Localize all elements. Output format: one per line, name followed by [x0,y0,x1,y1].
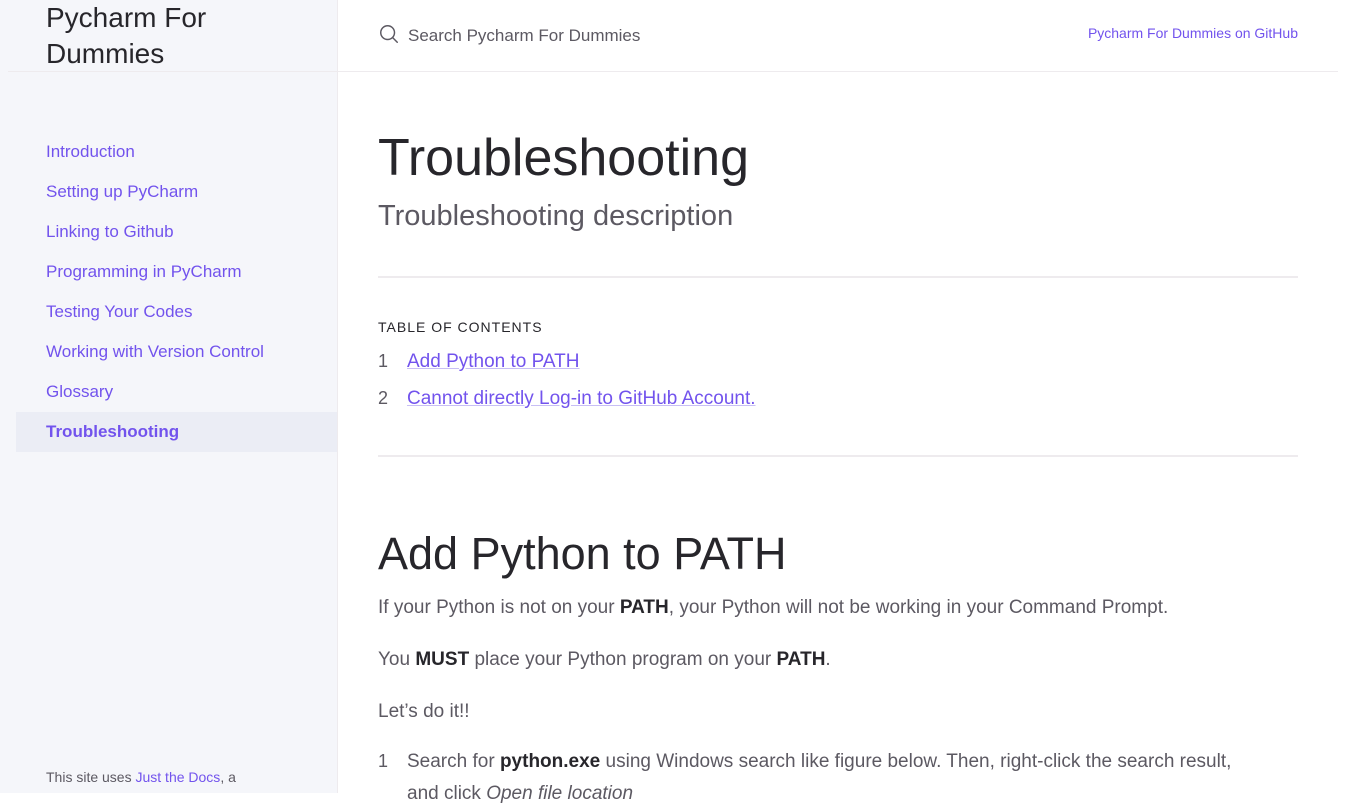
toc-heading: TABLE OF CONTENTS [378,319,543,335]
toc-number: 2 [378,388,389,408]
divider [378,276,1298,278]
text: You [378,649,416,670]
text: and click [407,783,487,804]
strong-text: PATH [619,597,669,618]
strong-text: MUST [415,649,470,670]
paragraph: Let’s do it!! [378,701,470,722]
list-number: 1 [378,751,389,771]
site-title[interactable]: Pycharm For Dummies [46,0,306,72]
sidebar-item-troubleshooting[interactable]: Troubleshooting [16,412,337,452]
sidebar-item-label[interactable]: Testing Your Codes [46,302,193,322]
search-input[interactable] [406,18,1010,54]
text: If your Python is not on your [378,597,620,618]
sidebar-item-introduction[interactable]: Introduction [0,132,337,172]
sidebar-item-programming-in-pycharm[interactable]: Programming in PyCharm [0,252,337,292]
sidebar-item-label[interactable]: Linking to Github [46,222,174,242]
sidebar-item-label[interactable]: Setting up PyCharm [46,182,198,202]
page-title: Troubleshooting [378,129,749,187]
footer-suffix: , a [220,769,236,785]
toc-item: 2 Cannot directly Log-in to GitHub Accoun… [378,388,756,410]
just-the-docs-link[interactable]: Just the Docs [135,769,220,785]
sidebar-item-testing-your-codes[interactable]: Testing Your Codes [0,292,337,332]
list-item-continuation: and click Open file location [407,783,633,805]
toc-link-github-login[interactable]: Cannot directly Log-in to GitHub Account… [407,388,756,409]
toc-item: 1 Add Python to PATH [378,351,580,373]
sidebar-item-linking-to-github[interactable]: Linking to Github [0,212,337,252]
sidebar-item-label[interactable]: Programming in PyCharm [46,262,242,282]
top-bar: Pycharm For Dummies on GitHub [338,0,1338,72]
sidebar: Pycharm For Dummies Introduction Setting… [0,0,338,793]
sidebar-item-label[interactable]: Troubleshooting [46,422,179,442]
emphasis-text: Open file location [486,783,634,804]
sidebar-nav: Introduction Setting up PyCharm Linking … [0,132,337,452]
github-link[interactable]: Pycharm For Dummies on GitHub [1088,25,1298,41]
footer-prefix: This site uses [46,769,136,785]
text: place your Python program on your [469,649,777,670]
sidebar-item-setting-up-pycharm[interactable]: Setting up PyCharm [0,172,337,212]
sidebar-item-label[interactable]: Glossary [46,382,113,402]
sidebar-item-glossary[interactable]: Glossary [0,372,337,412]
sidebar-item-label[interactable]: Working with Version Control [46,342,264,362]
toc-link-add-python-to-path[interactable]: Add Python to PATH [407,351,580,372]
sidebar-item-version-control[interactable]: Working with Version Control [0,332,337,372]
footer-note: This site uses Just the Docs, a [46,769,236,785]
paragraph: If your Python is not on your PATH, your… [378,597,1168,619]
strong-text: python.exe [499,751,601,772]
divider [378,455,1298,457]
sidebar-divider [8,71,337,72]
text: Search for [407,751,500,772]
text: . [825,649,831,670]
section-heading: Add Python to PATH [378,528,787,579]
text: , your Python will not be working in you… [668,597,1169,618]
text: using Windows search like figure below. … [600,751,1232,772]
strong-text: PATH [776,649,826,670]
sidebar-item-label[interactable]: Introduction [46,142,135,162]
toc-number: 1 [378,351,389,371]
paragraph: You MUST place your Python program on yo… [378,649,831,671]
page-subtitle: Troubleshooting description [378,200,734,232]
list-item: 1 Search for python.exe using Windows sea… [378,751,1231,773]
search-icon [380,25,398,43]
